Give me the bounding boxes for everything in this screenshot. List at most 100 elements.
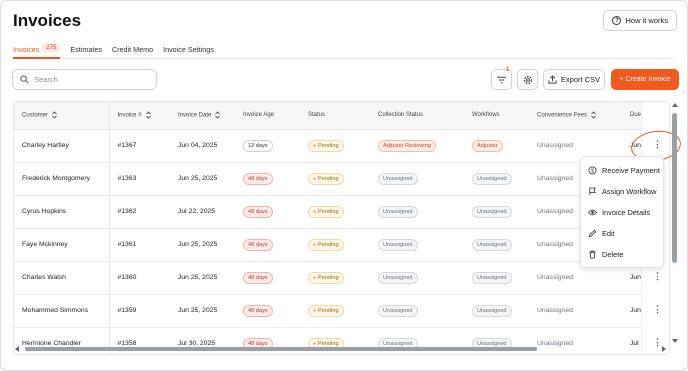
invoice-date-cell: Jun 25, 2025 <box>170 162 235 196</box>
customer-cell: Frederick Montgomery <box>14 162 110 196</box>
invoice-number-cell[interactable]: #1367 <box>109 129 170 163</box>
collection-status-cell: Unassigned <box>370 195 464 229</box>
menu-item-assign-workflow[interactable]: Assign Workflow <box>581 181 663 202</box>
sort-icon <box>52 111 57 119</box>
column-header-workflows: Workflows <box>464 102 529 130</box>
invoice-date-cell: Jul 22, 2025 <box>170 195 235 229</box>
menu-item-edit[interactable]: Edit <box>581 223 663 244</box>
collection-status-badge[interactable]: Unassigned <box>378 271 418 284</box>
status-badge: Pending <box>308 238 344 251</box>
workflow-badge[interactable]: Unassigned <box>472 304 512 317</box>
column-header-invoice-age: Invoice Age <box>235 102 300 130</box>
status-badge: Pending <box>308 205 344 218</box>
customer-cell: Charles Walsh <box>14 261 110 295</box>
tab-estimates-label: Estimates <box>70 45 102 54</box>
status-badge: Pending <box>308 172 344 185</box>
table-row[interactable]: Mohammed Simmons #1359 Jun 25, 2025 48 days… <box>14 294 669 328</box>
invoice-number-cell[interactable]: #1359 <box>109 294 170 328</box>
invoice-age-cell: 48 days <box>235 228 300 262</box>
create-invoice-label: + Create Invoice <box>619 76 671 83</box>
tab-estimates[interactable]: Estimates <box>70 41 102 59</box>
invoice-date-cell: Jun 25, 2025 <box>170 228 235 262</box>
tab-invoice-settings-label: Invoice Settings <box>163 45 214 54</box>
menu-item-invoice-details[interactable]: Invoice Details <box>581 202 663 223</box>
collection-status-badge[interactable]: Unassigned <box>378 205 418 218</box>
collection-status-badge[interactable]: Unassigned <box>378 172 418 185</box>
settings-button[interactable] <box>517 69 538 90</box>
vertical-scroll-thumb[interactable] <box>672 113 677 263</box>
column-header-label: Customer <box>22 112 49 119</box>
filter-count-badge: 1 <box>506 67 510 73</box>
workflow-cell: Unassigned <box>464 294 529 328</box>
sort-icon <box>215 111 221 119</box>
collection-status-badge[interactable]: Adjuster Reviewing <box>378 139 436 152</box>
status-cell: Pending <box>300 195 370 229</box>
create-invoice-button[interactable]: + Create Invoice <box>611 69 679 90</box>
status-cell: Pending <box>300 162 370 196</box>
search-box[interactable] <box>12 69 157 90</box>
table-header-row: Customer Invoice # Invoice Date Invoice … <box>14 102 669 130</box>
tab-credit-memo[interactable]: Credit Memo <box>112 41 153 59</box>
column-header-customer[interactable]: Customer <box>14 102 110 130</box>
trash-icon <box>589 250 596 259</box>
status-cell: Pending <box>300 261 370 295</box>
export-csv-button[interactable]: Export CSV <box>543 69 605 90</box>
collection-status-badge[interactable]: Unassigned <box>378 304 418 317</box>
invoice-number-cell[interactable]: #1362 <box>109 195 170 229</box>
table-row[interactable]: Charles Walsh#1360Jun 25, 2025 48 days Pen… <box>14 261 669 295</box>
workflow-badge[interactable]: Unassigned <box>472 205 512 218</box>
column-header-status: Status <box>300 102 370 130</box>
filter-icon <box>497 76 506 83</box>
more-options-icon[interactable]: ⋮ <box>653 271 662 282</box>
pencil-icon <box>588 229 597 238</box>
column-header-convenience-fees[interactable]: Convenience Fees <box>529 102 622 130</box>
menu-item-delete[interactable]: Delete <box>581 244 663 265</box>
column-header-label: Invoice # <box>117 112 142 119</box>
age-badge: 48 days <box>243 304 273 317</box>
horizontal-scrollbar[interactable] <box>13 345 670 353</box>
workflow-badge[interactable]: Unassigned <box>472 238 512 251</box>
collection-status-badge[interactable]: Unassigned <box>378 238 418 251</box>
menu-item-label: Invoice Details <box>602 208 651 217</box>
column-header-invoice-number[interactable]: Invoice # <box>109 102 170 130</box>
dollar-circle-icon: $ <box>588 166 597 175</box>
invoice-number-cell[interactable]: #1363 <box>109 162 170 196</box>
column-header-label: Invoice Age <box>243 112 275 119</box>
eye-icon <box>588 209 597 216</box>
table-row[interactable]: Cyrus Hopkins#1362Jul 22, 2025 48 days Pen… <box>14 195 669 229</box>
customer-cell: Cyrus Hopkins <box>14 195 110 229</box>
vertical-scrollbar[interactable] <box>671 101 679 345</box>
menu-item-receive-payment[interactable]: $ Receive Payment <box>581 160 663 181</box>
row-actions-menu: $ Receive Payment Assign Workflow Invoic… <box>580 156 664 268</box>
tab-invoices[interactable]: Invoices 275 <box>13 41 61 59</box>
column-header-label: Status <box>308 112 326 119</box>
horizontal-scroll-thumb[interactable] <box>25 347 537 351</box>
table-row[interactable]: Faye Mckinney#1361Jun 25, 2025 48 days Pen… <box>14 228 669 262</box>
workflow-badge[interactable]: Unassigned <box>472 271 512 284</box>
collection-status-cell: Unassigned <box>370 294 464 328</box>
search-input[interactable] <box>34 75 144 84</box>
age-badge: 12 days <box>243 139 273 152</box>
status-badge: Pending <box>308 271 344 284</box>
convenience-fees-cell: Unassigned <box>529 294 622 328</box>
tab-invoice-settings[interactable]: Invoice Settings <box>163 41 214 59</box>
invoice-number-cell[interactable]: #1360 <box>109 261 170 295</box>
column-header-label: Collection Status <box>378 112 424 119</box>
age-badge: 48 days <box>243 172 273 185</box>
more-options-icon[interactable]: ⋮ <box>653 304 662 315</box>
customer-cell: Faye Mckinney <box>14 228 110 262</box>
sort-icon <box>591 111 596 119</box>
upload-icon <box>548 75 557 84</box>
workflow-badge[interactable]: Unassigned <box>472 172 512 185</box>
menu-item-label: Delete <box>602 250 624 259</box>
scroll-down-icon <box>672 339 678 343</box>
invoice-age-cell: 48 days <box>235 162 300 196</box>
column-header-invoice-date[interactable]: Invoice Date <box>170 102 235 130</box>
table-row[interactable]: Frederick Montgomery #1363 Jun 25, 2025 48 … <box>14 162 669 196</box>
invoice-number-cell[interactable]: #1361 <box>109 228 170 262</box>
collection-status-cell: Unassigned <box>370 261 464 295</box>
workflow-badge[interactable]: Adjuster <box>472 139 503 152</box>
table-row[interactable]: Charley Hartley#1367Jun 04, 2025 12 days P… <box>14 129 669 163</box>
how-it-works-button[interactable]: ? How it works <box>603 10 677 31</box>
invoice-date-cell: Jun 25, 2025 <box>170 261 235 295</box>
